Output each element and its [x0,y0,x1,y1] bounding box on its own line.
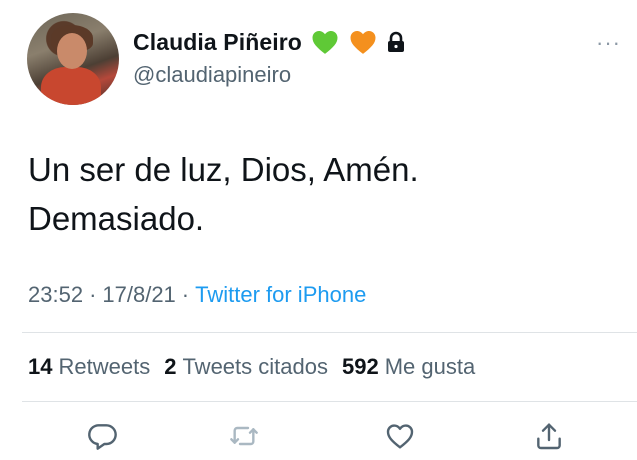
author-name-row: Claudia Piñeiro [133,27,406,57]
display-name[interactable]: Claudia Piñeiro [133,29,302,56]
divider [22,332,637,333]
quote-tweets-label: Tweets citados [182,354,328,379]
tweet-text-line: Demasiado. [28,200,205,237]
like-icon [384,420,416,457]
reply-icon [87,420,119,457]
avatar-shirt [41,67,101,105]
retweets-count: 14 [28,354,53,379]
tweet-date[interactable]: 17/8/21 [102,282,175,308]
share-icon [533,420,565,457]
tweet-text: Un ser de luz, Dios, Amén. Demasiado. [28,145,618,243]
meta-separator: · [89,282,97,307]
likes-count: 592 [341,354,379,379]
meta-separator: · [181,282,190,307]
likes-label: Me gusta [384,354,476,379]
retweet-icon [228,420,260,457]
more-options-icon[interactable]: ··· [596,30,621,56]
retweets-stat[interactable]: 14 Retweets [28,354,150,380]
user-handle[interactable]: @claudiapineiro [133,62,291,88]
lock-icon [386,31,406,53]
avatar-face [57,33,87,69]
retweets-label: Retweets [58,354,151,379]
tweet-time[interactable]: 23:52 [28,282,83,308]
reply-button[interactable] [83,418,123,458]
share-button[interactable] [529,418,569,458]
likes-stat[interactable]: 592 Me gusta [342,354,475,380]
tweet-meta: 23:52 · 17/8/21 · Twitter for iPhone [28,282,366,308]
green-heart-icon [310,27,340,57]
avatar[interactable] [27,13,119,105]
divider [22,401,637,402]
retweet-button[interactable] [224,418,264,458]
quote-tweets-count: 2 [164,354,177,379]
like-button[interactable] [380,418,420,458]
tweet-actions [0,418,637,460]
tweet-stats: 14 Retweets 2 Tweets citados 592 Me gusta [28,354,489,380]
orange-heart-icon [348,27,378,57]
tweet-source-link[interactable]: Twitter for iPhone [195,282,366,308]
tweet-text-line: Un ser de luz, Dios, Amén. [28,151,419,188]
quote-tweets-stat[interactable]: 2 Tweets citados [164,354,328,380]
